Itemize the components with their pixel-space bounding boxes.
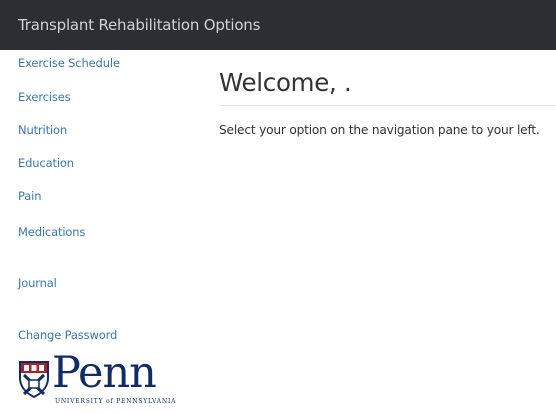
sidebar-item-change-password[interactable]: Change Password [18, 328, 117, 343]
logo-subtitle: UNIVERSITY of PENNSYLVANIA [55, 398, 177, 405]
app-title[interactable]: Transplant Rehabilitation Options [18, 15, 260, 35]
sidebar-item-journal[interactable]: Journal [18, 276, 57, 291]
page-title: Welcome, . [219, 68, 352, 97]
sidebar-item-nutrition[interactable]: Nutrition [18, 123, 67, 138]
main-content: Welcome, . Select your option on the nav… [205, 50, 556, 413]
sidebar-item-exercises[interactable]: Exercises [18, 90, 71, 105]
shield-icon [19, 361, 49, 398]
penn-logo: Penn UNIVERSITY of PENNSYLVANIA [18, 348, 175, 413]
logo-wordmark: Penn [52, 348, 157, 398]
sidebar-item-education[interactable]: Education [18, 156, 74, 171]
sidebar-item-exercise-schedule[interactable]: Exercise Schedule [18, 56, 120, 71]
app-window: Transplant Rehabilitation Options Exerci… [0, 0, 556, 413]
sidebar-item-medications[interactable]: Medications [18, 225, 85, 240]
top-navbar: Transplant Rehabilitation Options [0, 0, 556, 50]
title-divider [219, 105, 556, 106]
sidebar-item-pain[interactable]: Pain [18, 189, 42, 204]
instructions-text: Select your option on the navigation pan… [219, 123, 540, 137]
